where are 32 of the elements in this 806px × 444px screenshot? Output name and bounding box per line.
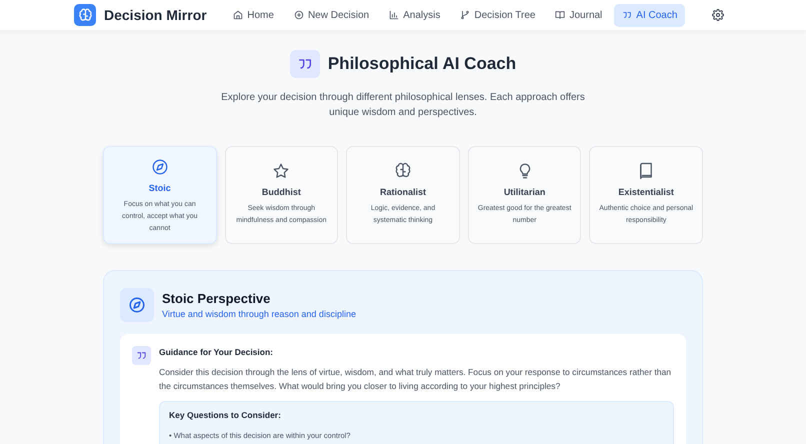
star-icon: [272, 162, 290, 180]
nav-tab[interactable]: Home: [225, 4, 282, 26]
house-icon: [233, 10, 244, 20]
nav-tab[interactable]: Journal: [547, 4, 610, 26]
guidance-heading: Guidance for Your Decision:: [159, 346, 274, 359]
perspective-subtitle: Virtue and wisdom through reason and discipline: [162, 308, 356, 321]
nav-tab[interactable]: Decision Tree: [452, 4, 544, 26]
brand-name: Decision Mirror: [104, 6, 207, 24]
page-subtitle: Explore your decision through different philosophical lenses. Each approach offers unique wisdom and perspectives.: [220, 91, 586, 120]
perspective-title: Stoic Perspective: [162, 290, 272, 308]
philosophy-name: Existentialist: [617, 186, 675, 199]
plus-circle-icon: [294, 10, 304, 20]
quote-icon: [622, 10, 632, 20]
nav-tab[interactable]: New Decision: [286, 4, 378, 26]
quote-icon: [136, 350, 147, 361]
compass-icon: [150, 158, 169, 176]
page-title: Philosophical AI Coach: [328, 53, 516, 76]
compass-icon: [128, 296, 146, 314]
settings-icon: [712, 9, 724, 21]
branch-icon: [460, 10, 470, 20]
brain-icon: [78, 8, 92, 22]
philosophy-name: Buddhist: [260, 186, 302, 199]
guidance-text: Consider this decision through the lens of virtue, wisdom, and what truly matters. Focus on your response to circumstances rather than the circumstances themselves. What would bring you closer to living according to your highest principles?: [159, 366, 672, 393]
philosophy-name: Utilitarian: [502, 186, 546, 199]
philosophy-name: Rationalist: [378, 186, 427, 199]
philosophy-name: Stoic: [148, 182, 172, 195]
bar-chart-icon: [389, 10, 400, 20]
brain-icon: [394, 162, 412, 180]
questions-heading: Key Questions to Consider:: [169, 408, 282, 422]
nav-tab[interactable]: Analysis: [381, 4, 448, 26]
open-book-icon: [555, 10, 566, 20]
nav-tab[interactable]: AI Coach: [614, 4, 686, 26]
